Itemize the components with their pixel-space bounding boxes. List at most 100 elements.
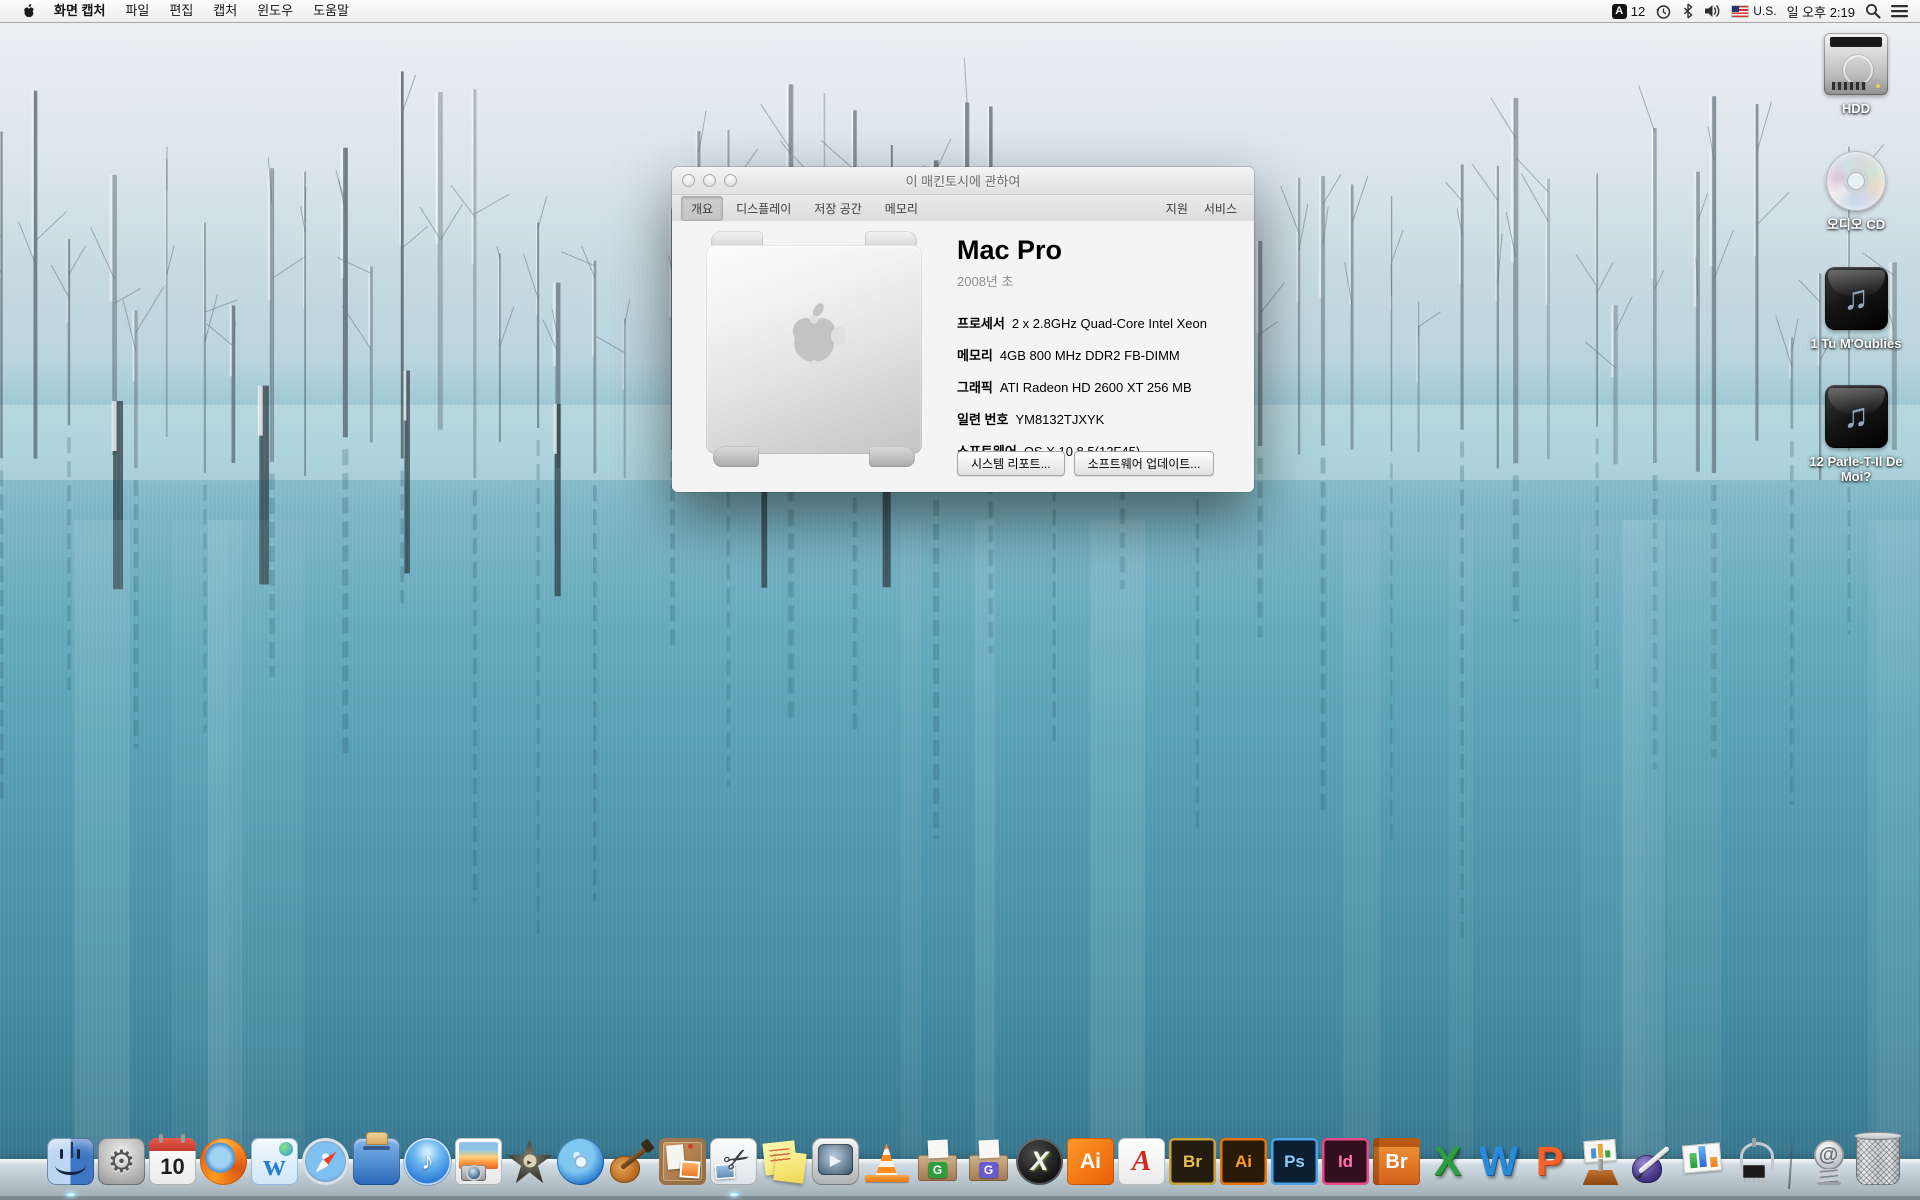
vlc-dock-icon[interactable] — [863, 1138, 910, 1185]
numbers-dock-icon[interactable] — [1679, 1138, 1726, 1185]
grab-dock-icon[interactable]: ✂ — [710, 1138, 757, 1185]
audio-file-icon: ♫ — [1825, 385, 1888, 448]
window-content: Mac Pro 2008년 초 프로세서2 x 2.8GHz Quad-Core… — [672, 221, 1254, 492]
window-titlebar[interactable]: 이 매킨토시에 관하여 — [672, 167, 1254, 195]
adobe-icon: A — [1612, 4, 1627, 19]
audio-cd-icon — [1826, 151, 1886, 211]
photoshop-dock-icon[interactable]: Ps — [1271, 1138, 1318, 1185]
keynote-dock-icon[interactable] — [1577, 1138, 1624, 1185]
stuffit-dropstuff-dock-icon[interactable]: G — [914, 1138, 961, 1185]
desktop-icon-label: 12 Parle-T-Il De Moi? — [1796, 454, 1916, 484]
iphoto-dock-icon[interactable] — [455, 1138, 502, 1185]
trash-dock-icon[interactable] — [1856, 1135, 1900, 1185]
window-title: 이 매킨토시에 관하여 — [906, 171, 1021, 190]
app-menus: 화면 캡처파일편집캡처윈도우도움말 — [44, 0, 359, 22]
desktop-icon-audio-file[interactable]: ♫ 12 Parle-T-Il De Moi? — [1795, 385, 1917, 484]
desktop-icon-hdd[interactable]: HDD — [1795, 33, 1917, 116]
bluetooth-icon[interactable] — [1682, 3, 1694, 19]
about-this-mac-window: 이 매킨토시에 관하여 개요디스플레이저장 공간메모리 지원서비스 Mac Pr… — [672, 167, 1254, 492]
menu-item-2[interactable]: 편집 — [159, 0, 203, 22]
at-stack-dock-icon[interactable]: @ — [1805, 1138, 1852, 1185]
imovie-dock-icon[interactable]: ▸ — [506, 1138, 553, 1185]
spotlight-icon[interactable] — [1865, 3, 1881, 19]
hdd-icon — [1824, 33, 1888, 95]
zoom-button[interactable] — [724, 174, 737, 187]
dock: ⚙10w♪▸✂▶GGXAiABrAiPsIdBrXWP@ — [0, 1122, 1920, 1200]
spec-value: YM8132TJXYK — [1015, 412, 1104, 427]
mac-info: Mac Pro 2008년 초 프로세서2 x 2.8GHz Quad-Core… — [957, 235, 1242, 473]
apple-menu[interactable] — [14, 0, 44, 22]
acrobat-dock-icon[interactable]: A — [1118, 1138, 1165, 1185]
pages-dock-icon[interactable] — [1628, 1138, 1675, 1185]
w-globe-app-dock-icon[interactable]: w — [251, 1138, 298, 1185]
minimize-button[interactable] — [703, 174, 716, 187]
menu-item-4[interactable]: 윈도우 — [247, 0, 303, 22]
desktop-icon-label: HDD — [1842, 101, 1870, 116]
volume-icon[interactable] — [1704, 3, 1722, 19]
desktop-icon-label: 1 Tu M'Oublies — [1811, 336, 1902, 351]
software-update-button[interactable]: 소프트웨어 업데이트... — [1074, 451, 1215, 476]
tower-foot — [713, 446, 759, 467]
system-preferences-dock-icon[interactable]: ⚙ — [98, 1138, 145, 1185]
spec-row: 일련 번호 YM8132TJXYK — [957, 409, 1242, 428]
model-name: Mac Pro — [957, 235, 1242, 266]
window-buttons: 시스템 리포트... 소프트웨어 업데이트... — [957, 451, 1214, 476]
bridge-cs6-dock-icon[interactable]: Br — [1169, 1138, 1216, 1185]
firefox-dock-icon[interactable] — [200, 1138, 247, 1185]
menu-item-5[interactable]: 도움말 — [303, 0, 359, 22]
window-toolbar: 개요디스플레이저장 공간메모리 지원서비스 — [672, 195, 1254, 222]
spec-label: 일련 번호 — [957, 412, 1008, 427]
spec-row: 그래픽 ATI Radeon HD 2600 XT 256 MB — [957, 377, 1242, 396]
time-machine-icon[interactable] — [1655, 3, 1672, 20]
itunes-dock-icon[interactable]: ♪ — [404, 1138, 451, 1185]
menu-app-name[interactable]: 화면 캡처 — [44, 0, 115, 22]
system-report-button[interactable]: 시스템 리포트... — [957, 451, 1065, 476]
excel-dock-icon[interactable]: X — [1424, 1138, 1471, 1185]
desktop-icon-audio-cd[interactable]: 오디오 CD — [1795, 151, 1917, 232]
iweb-dock-icon[interactable] — [659, 1138, 706, 1185]
spec-value: ATI Radeon HD 2600 XT 256 MB — [1000, 380, 1192, 395]
tab-저장 공간[interactable]: 저장 공간 — [804, 196, 872, 221]
apple-logo-icon — [783, 299, 845, 376]
input-source-label: U.S. — [1753, 4, 1776, 18]
dock-separator — [1788, 1133, 1794, 1189]
illustrator-cs6-dock-icon[interactable]: Ai — [1220, 1138, 1267, 1185]
techtool-dock-icon[interactable] — [1730, 1138, 1777, 1185]
indesign-dock-icon[interactable]: Id — [1322, 1138, 1369, 1185]
spec-label: 메모리 — [957, 348, 993, 363]
toolbar-link-지원[interactable]: 지원 — [1158, 200, 1196, 217]
finder-dock-icon[interactable] — [47, 1138, 94, 1185]
bridge-box-dock-icon[interactable]: Br — [1373, 1138, 1420, 1185]
menu-bar-left: 화면 캡처파일편집캡처윈도우도움말 — [0, 0, 359, 22]
quicktime-dock-icon[interactable]: ▶ — [812, 1138, 859, 1185]
menu-bar-clock[interactable]: 일 오후 2:19 — [1787, 2, 1855, 21]
garageband-dock-icon[interactable] — [608, 1138, 655, 1185]
tower-foot — [869, 446, 915, 467]
x-app-dock-icon[interactable]: X — [1016, 1138, 1063, 1185]
stickies-dock-icon[interactable] — [761, 1138, 808, 1185]
tab-개요[interactable]: 개요 — [681, 196, 723, 221]
toast-titanium-dock-icon[interactable] — [353, 1138, 400, 1185]
desktop-icon-label: 오디오 CD — [1827, 217, 1885, 232]
input-source-menu[interactable]: U.S. — [1732, 4, 1776, 18]
menu-item-1[interactable]: 파일 — [115, 0, 159, 22]
notification-center-icon[interactable] — [1891, 4, 1908, 18]
toolbar-tabs: 개요디스플레이저장 공간메모리 — [681, 196, 931, 221]
toolbar-link-서비스[interactable]: 서비스 — [1196, 200, 1245, 217]
desktop-icon-audio-file[interactable]: ♫1 Tu M'Oublies — [1795, 267, 1917, 351]
powerpoint-dock-icon[interactable]: P — [1526, 1138, 1573, 1185]
illustrator-cs3-dock-icon[interactable]: Ai — [1067, 1138, 1114, 1185]
stuffit-expander-dock-icon[interactable]: G — [965, 1138, 1012, 1185]
word-dock-icon[interactable]: W — [1475, 1138, 1522, 1185]
tab-디스플레이[interactable]: 디스플레이 — [726, 196, 801, 221]
idvd-dock-icon[interactable] — [557, 1138, 604, 1185]
adobe-updater-menu-extra[interactable]: A 12 — [1612, 4, 1645, 19]
spec-label: 그래픽 — [957, 380, 993, 395]
close-button[interactable] — [682, 174, 695, 187]
calendar-dock-icon[interactable]: 10 — [149, 1138, 196, 1185]
tab-메모리[interactable]: 메모리 — [875, 196, 928, 221]
safari-dock-icon[interactable] — [302, 1138, 349, 1185]
menu-bar-right: A 12 U.S. 일 오후 2:19 — [1612, 0, 1920, 22]
menu-item-3[interactable]: 캡처 — [203, 0, 247, 22]
spec-label: 프로세서 — [957, 316, 1005, 331]
